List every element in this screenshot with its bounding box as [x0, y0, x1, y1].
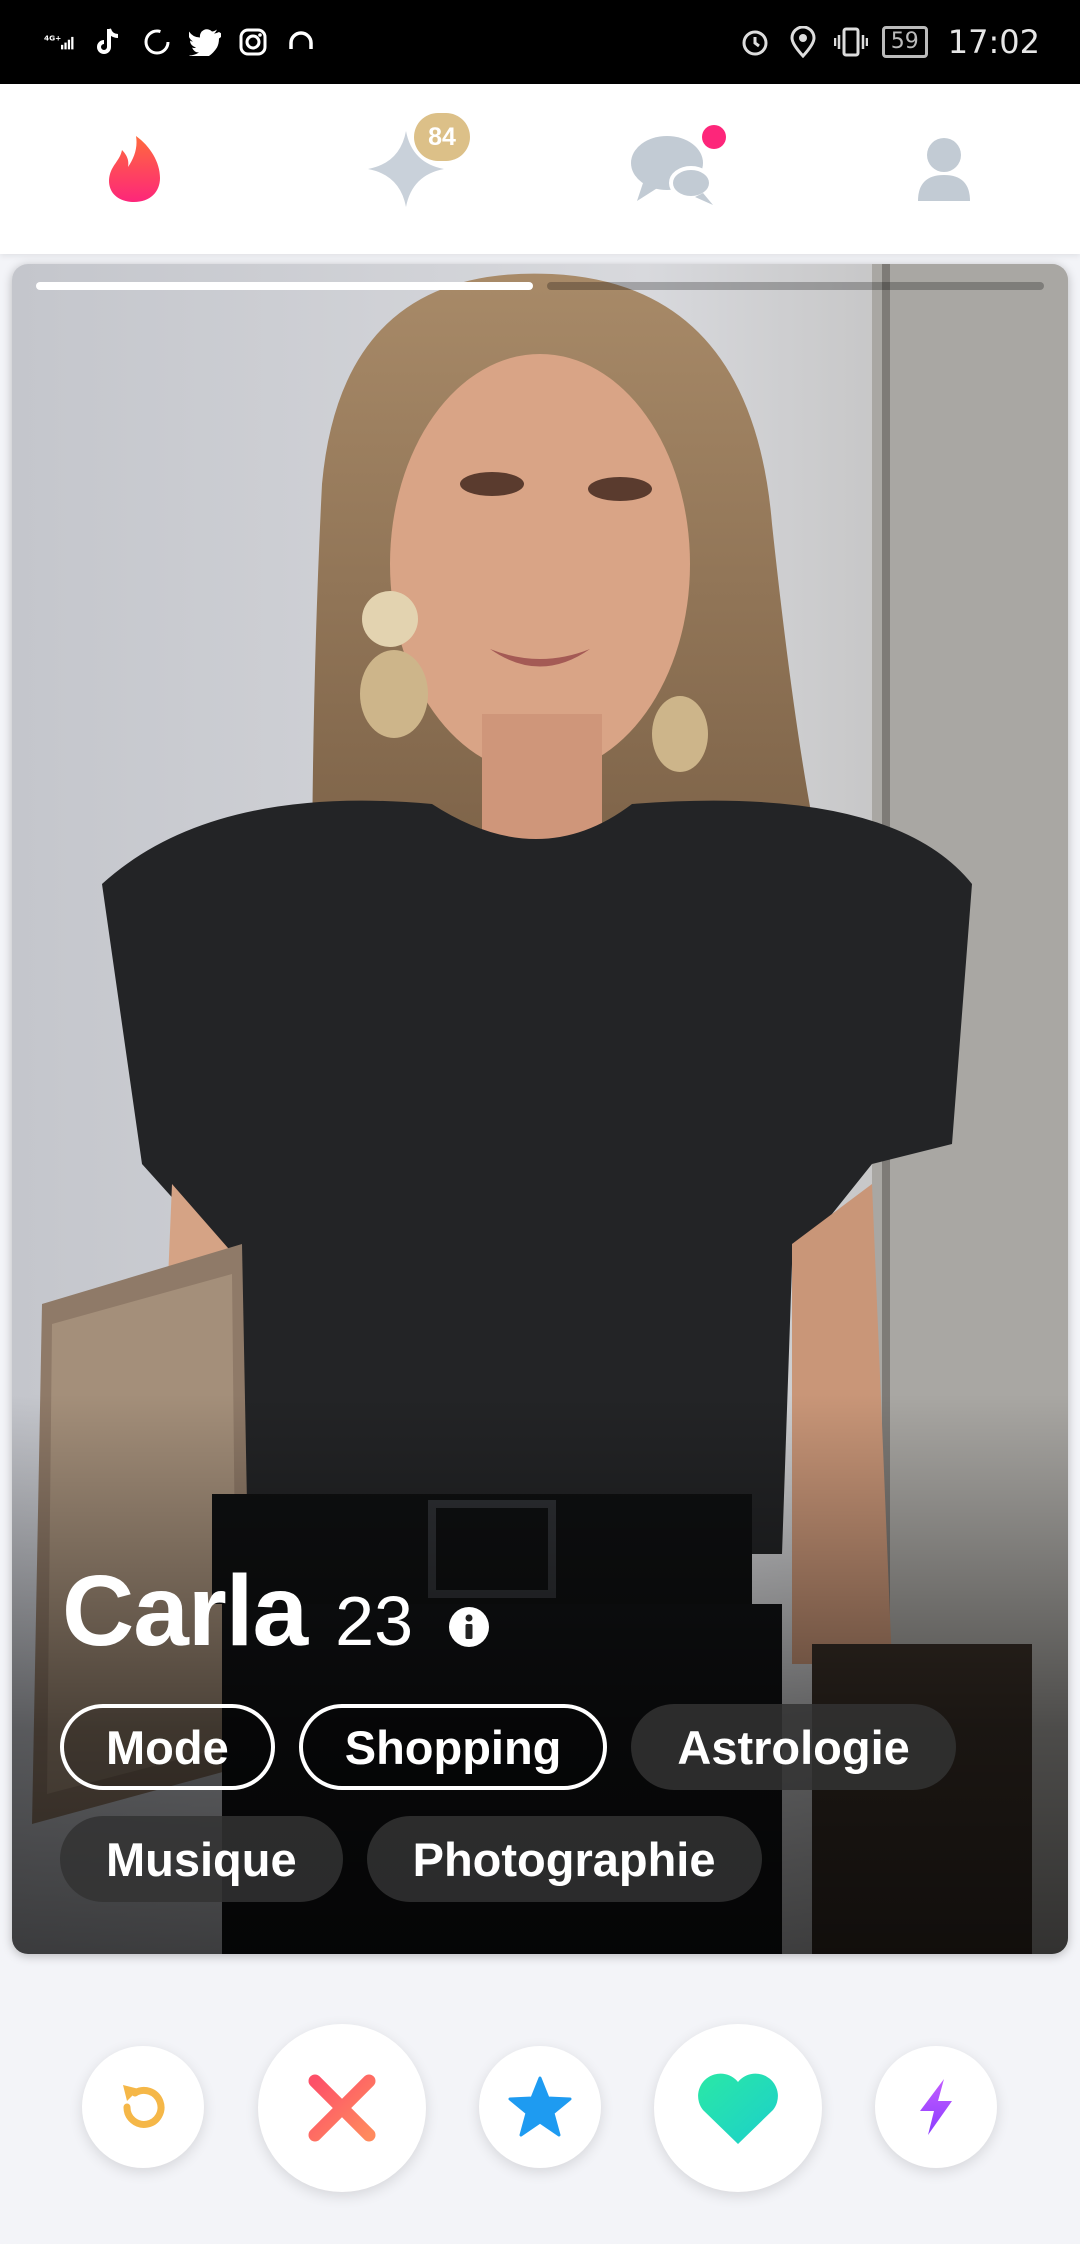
profile-header: Carla 23 [62, 1554, 490, 1669]
heart-icon [698, 2073, 778, 2144]
nope-icon [308, 2074, 376, 2142]
tab-messages[interactable] [624, 119, 726, 219]
profile-icon [918, 138, 970, 201]
profile-name: Carla [62, 1555, 308, 1667]
vibrate-icon [833, 25, 868, 59]
profile-age: 23 [335, 1582, 414, 1660]
headset-icon [284, 25, 318, 59]
alarm-icon [738, 25, 772, 59]
signal-icon: 4G+ [44, 25, 78, 59]
flame-icon [109, 136, 160, 202]
battery-icon: 59 [881, 26, 928, 58]
instagram-icon [236, 25, 270, 59]
info-icon[interactable] [449, 1606, 490, 1647]
likes-count-badge: 84 [414, 113, 470, 161]
action-bar [0, 2016, 1080, 2196]
nope-button[interactable] [258, 2024, 426, 2192]
interests: Mode Shopping Astrologie Musique Photograph… [60, 1704, 1040, 1928]
tab-gold-likes[interactable]: 84 [356, 113, 470, 219]
status-bar: 4G+ 59 17:02 [0, 0, 1080, 84]
interest-chip: Astrologie [631, 1704, 956, 1790]
tab-profile[interactable] [894, 119, 994, 219]
bolt-icon [920, 2079, 952, 2135]
interest-chip: Musique [60, 1816, 343, 1902]
sync-icon [140, 25, 174, 59]
interests-row: Mode Shopping Astrologie [60, 1704, 1040, 1790]
top-navigation: 84 [0, 84, 1080, 254]
new-message-dot [702, 125, 726, 149]
rewind-icon [123, 2085, 165, 2128]
interest-chip: Mode [60, 1704, 275, 1790]
interest-chip: Shopping [298, 1704, 608, 1790]
super-like-button[interactable] [479, 2046, 601, 2168]
network-type: 4G+ [44, 33, 61, 42]
twitter-icon [188, 25, 222, 59]
location-icon [786, 25, 820, 59]
boost-button[interactable] [875, 2046, 997, 2168]
photo-progress-segment[interactable] [36, 282, 533, 290]
photo-progress-segment[interactable] [547, 282, 1044, 290]
rewind-button[interactable] [82, 2046, 204, 2168]
tiktok-icon [92, 25, 126, 59]
star-icon [508, 2076, 572, 2137]
interests-row: Musique Photographie [60, 1816, 1040, 1902]
like-button[interactable] [654, 2024, 822, 2192]
interest-chip: Photographie [366, 1816, 762, 1902]
tab-discover[interactable] [84, 119, 184, 219]
profile-card[interactable]: Carla 23 Mode Shopping Astrologie Musique P… [12, 264, 1068, 1954]
photo-progress [36, 282, 1044, 290]
clock: 17:02 [947, 23, 1040, 61]
